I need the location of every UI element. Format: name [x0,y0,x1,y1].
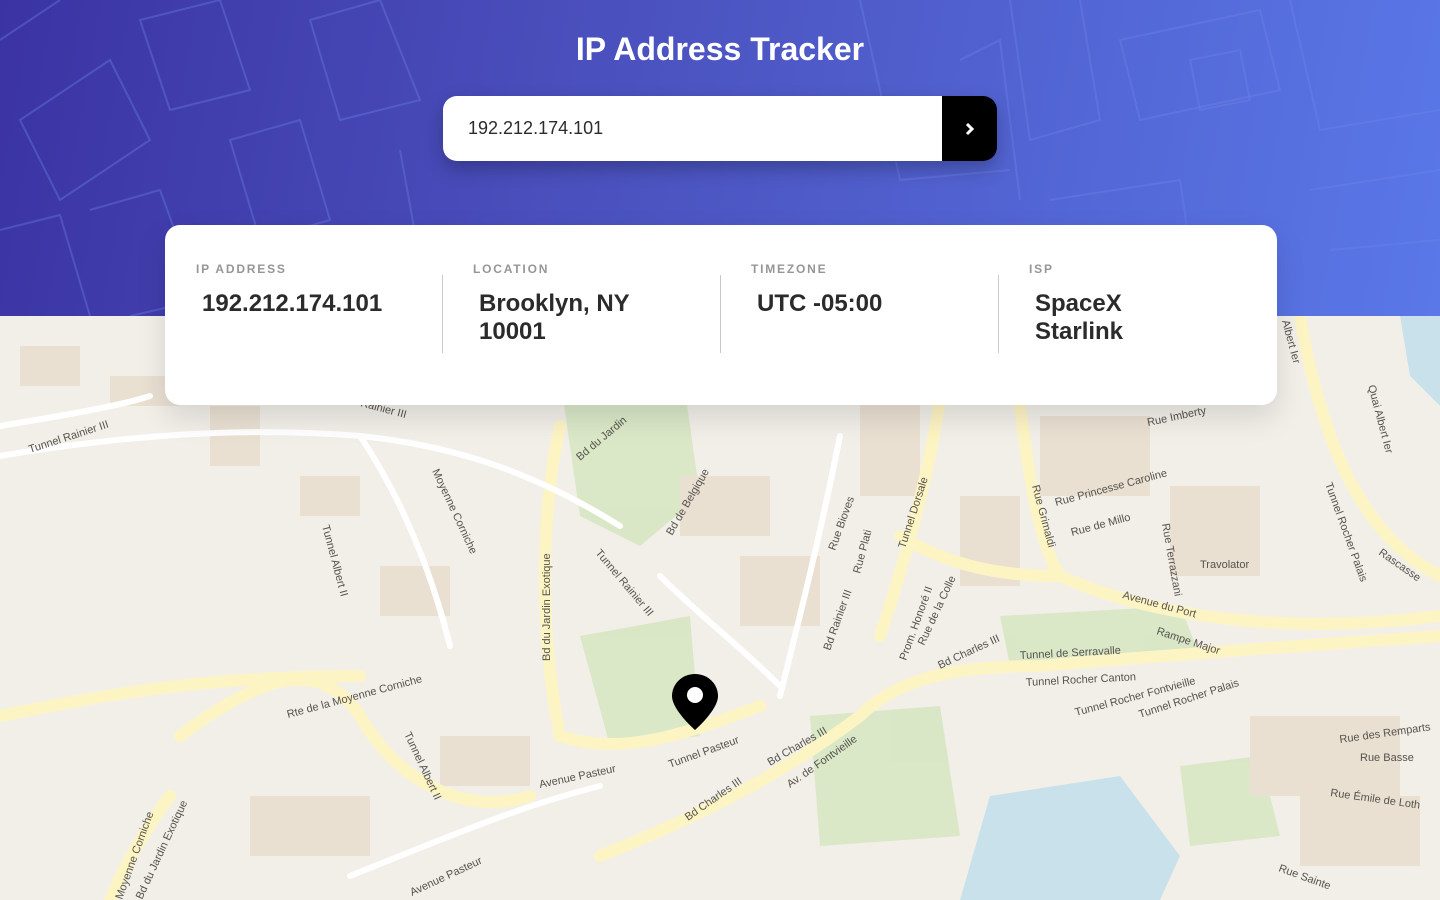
timezone-stat: TIMEZONE UTC -05:00 [751,262,991,318]
ip-search-input[interactable] [443,96,942,161]
location-label: LOCATION [473,262,550,276]
isp-stat: ISP SpaceX Starlink [1029,262,1159,346]
ip-address-stat: IP ADDRESS 192.212.174.101 [196,262,436,318]
divider [720,275,721,353]
street-label: Bd du Jardin Exotique [541,553,553,661]
timezone-value: UTC -05:00 [757,290,883,317]
page-title: IP Address Tracker [575,31,865,67]
street-label: Rue Basse [1360,752,1414,764]
ip-address-value: 192.212.174.101 [202,290,383,317]
location-stat: LOCATION Brooklyn, NY 10001 [473,262,663,346]
divider [442,275,443,353]
ip-info-card: IP ADDRESS 192.212.174.101 LOCATION Broo… [165,225,1277,405]
street-label: Travolator [1200,559,1249,571]
divider [998,275,999,353]
search-submit-button[interactable] [942,96,997,161]
chevron-right-icon [965,122,974,135]
timezone-label: TIMEZONE [751,262,828,276]
isp-value: SpaceX Starlink [1035,290,1124,345]
location-value: Brooklyn, NY 10001 [479,290,630,345]
ip-address-label: IP ADDRESS [196,262,287,276]
isp-label: ISP [1029,262,1054,276]
ip-search-form [443,96,997,161]
location-pin-icon[interactable] [670,672,720,732]
